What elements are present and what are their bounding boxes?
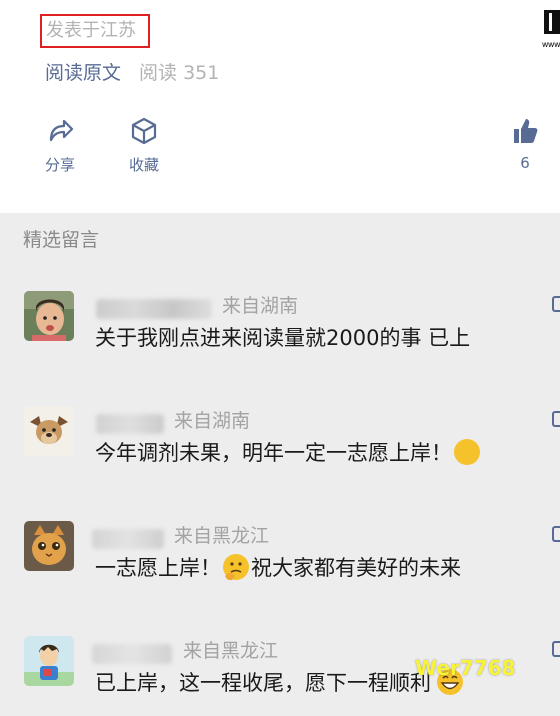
comment-item[interactable]: 来自黑龙江 一志愿上岸！ 祝大家都有美好的未来 xyxy=(0,521,560,601)
comments-section: 精选留言 来自湖南 关于我刚点进来阅读量就2000的事 已上 来自湖南 今年调剂… xyxy=(0,213,560,716)
blurred-nickname xyxy=(96,299,212,319)
favorite-label: 收藏 xyxy=(129,156,160,174)
share-label: 分享 xyxy=(45,156,76,174)
comments-section-title: 精选留言 xyxy=(23,229,100,251)
comment-location: 来自湖南 xyxy=(174,410,251,432)
comment-location: 来自黑龙江 xyxy=(174,525,270,547)
blurred-nickname xyxy=(96,414,164,434)
read-row: 阅读原文 阅读 351 xyxy=(45,58,219,85)
logo-text: www xyxy=(541,40,560,49)
read-count-label: 阅读 xyxy=(139,62,178,84)
read-count-value: 351 xyxy=(183,62,220,84)
comment-text: 关于我刚点进来阅读量就2000的事 已上 xyxy=(95,326,471,350)
comment-text-after: 祝大家都有美好的未来 xyxy=(251,556,461,580)
comment-text-main: 今年调剂未果，明年一定一志愿上岸！ xyxy=(95,441,452,465)
blurred-nickname xyxy=(92,644,172,664)
comment-like-icon[interactable] xyxy=(552,411,560,427)
share-button[interactable]: 分享 xyxy=(45,116,75,175)
avatar[interactable] xyxy=(24,521,74,571)
thinking-emoji-icon xyxy=(223,554,249,581)
comment-like-icon[interactable] xyxy=(552,641,560,657)
article-footer: 发表于江苏 www 阅读原文 阅读 351 分享 收藏 6 xyxy=(0,0,560,213)
avatar[interactable] xyxy=(24,636,74,686)
site-logo: www xyxy=(542,10,560,54)
watermark: Wer7768 xyxy=(415,656,516,680)
like-button[interactable]: 6 xyxy=(510,116,540,172)
cartoon-boy-avatar xyxy=(24,636,74,686)
read-original-link[interactable]: 阅读原文 xyxy=(45,62,121,84)
read-count: 阅读 351 xyxy=(139,62,219,84)
share-icon xyxy=(49,119,74,142)
thumbs-up-icon xyxy=(514,119,538,143)
comment-item[interactable]: 来自湖南 关于我刚点进来阅读量就2000的事 已上 xyxy=(0,291,560,371)
comment-text: 一志愿上岸！ 祝大家都有美好的未来 xyxy=(95,553,461,584)
cube-icon xyxy=(131,117,157,145)
avatar[interactable] xyxy=(24,291,74,341)
favorite-button[interactable]: 收藏 xyxy=(129,116,159,175)
comment-item[interactable]: 来自湖南 今年调剂未果，明年一定一志愿上岸！ xyxy=(0,406,560,486)
orange-cat-avatar xyxy=(24,521,74,571)
comment-text-main: 已上岸，这一程收尾，愿下一程顺利 xyxy=(95,671,431,695)
publish-location: 发表于江苏 xyxy=(40,14,150,48)
child-photo-avatar xyxy=(24,291,74,341)
comment-like-icon[interactable] xyxy=(552,526,560,542)
comment-location: 来自湖南 xyxy=(222,295,299,317)
dog-avatar xyxy=(24,406,74,456)
comment-text: 已上岸，这一程收尾，愿下一程顺利 xyxy=(95,668,465,699)
comment-location: 来自黑龙江 xyxy=(183,640,279,662)
avatar[interactable] xyxy=(24,406,74,456)
like-count: 6 xyxy=(520,154,530,172)
blurred-nickname xyxy=(92,529,164,549)
comment-like-icon[interactable] xyxy=(552,296,560,312)
emoji-icon xyxy=(454,439,480,465)
comment-text-main: 一志愿上岸！ xyxy=(95,556,221,580)
logo-mark-icon xyxy=(544,10,560,34)
comment-text: 今年调剂未果，明年一定一志愿上岸！ xyxy=(95,438,482,468)
